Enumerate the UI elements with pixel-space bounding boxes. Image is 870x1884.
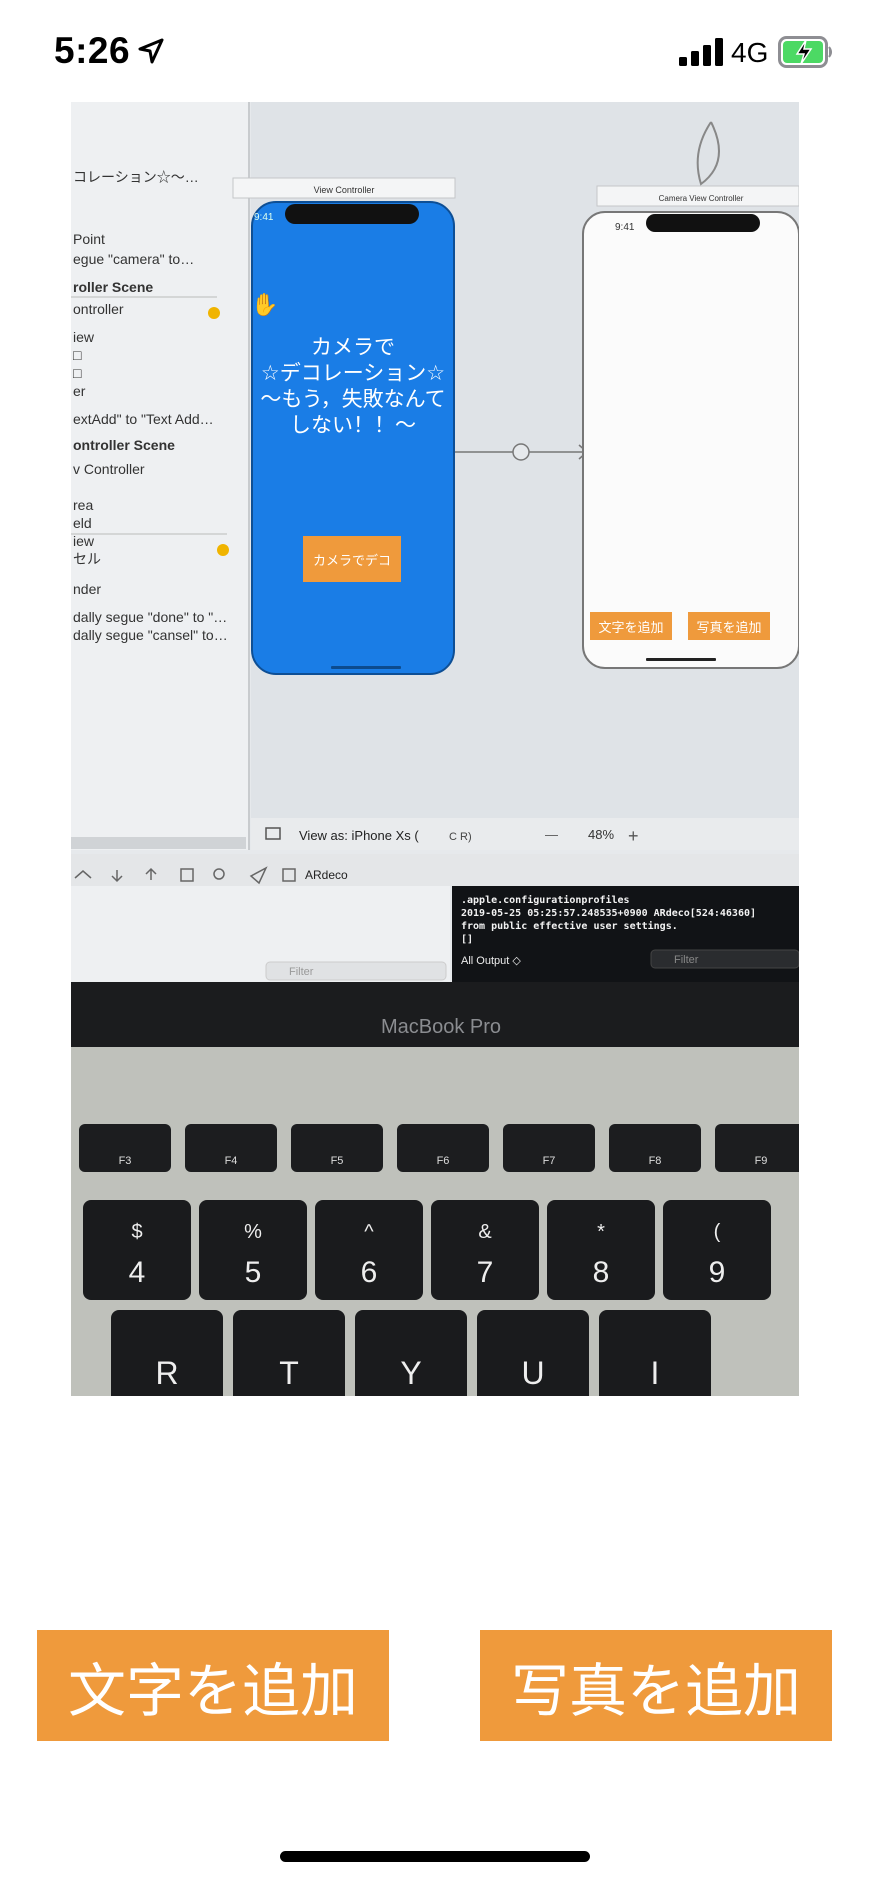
location-arrow-icon [138,38,164,64]
signal-icon [679,38,723,66]
letter-key-label: R [155,1355,178,1391]
function-key-label: F7 [543,1155,556,1167]
phone-time: 9:41 [254,212,274,223]
status-time: 5:26 [54,30,131,71]
function-key-label: F5 [331,1155,344,1167]
console-line: .apple.configurationprofiles [461,894,630,906]
initial-view-controller [251,201,455,675]
add-text-button[interactable]: 文字を追加 [37,1630,389,1741]
outline-item: rea [73,497,93,513]
console-line: 2019-05-25 05:25:57.248535+0900 ARdeco[5… [461,908,756,919]
number-key-digit: 4 [129,1256,146,1289]
function-key-label: F6 [437,1155,450,1167]
carrier-label: 4G [731,37,769,68]
number-key-digit: 5 [245,1256,262,1289]
function-key-label: F8 [649,1155,662,1167]
number-key-digit: 6 [361,1256,378,1289]
outline-item: □ [73,347,82,363]
letter-key-label: U [521,1355,544,1391]
function-key-label: F3 [119,1155,132,1167]
outline-item: セル [73,551,101,567]
outline-item: コレーション☆〜… [73,169,199,185]
outline-item: nder [73,581,101,597]
scene-dot-icon [208,307,220,319]
add-text-label: 文字を追加 [67,1656,358,1725]
number-key-digit: 9 [709,1256,726,1289]
outline-item: ontroller Scene [73,437,175,453]
outline-item: er [73,383,86,399]
filter-input-right: Filter [674,954,699,966]
function-key-row: F3 F4 F5 F6 F7 F8 F9 [79,1124,799,1172]
svg-text:9:41: 9:41 [615,222,635,233]
hand-cursor-icon: ✋ [251,292,278,317]
outline-item: dally segue "done" to "… [73,609,227,625]
outline-item: iew [73,533,95,549]
outline-item: egue "camera" to… [73,251,194,267]
view-controller-title: View Controller [314,185,375,195]
filter-input-left: Filter [289,966,314,978]
svg-text:C R): C R) [449,831,472,843]
outline-item: eld [73,515,92,531]
camera-deco-label: カメラでデコ [313,553,391,569]
outline-item: Point [73,231,105,247]
project-name: ARdeco [305,868,348,882]
battery-charging-icon [778,36,832,68]
function-key-label: F4 [225,1155,238,1167]
zoom-in-icon: + [628,826,639,846]
title-label-line: カメラで [311,335,395,359]
title-label-line: ☆デコレーション☆ [261,361,445,385]
outline-item: iew [73,329,95,345]
number-key-symbol: ( [714,1221,721,1243]
letter-key-label: I [651,1355,660,1391]
number-key-symbol: & [478,1221,492,1243]
letter-key-label: T [279,1355,299,1391]
number-key-symbol: ^ [364,1221,374,1243]
title-label-line: 〜もう，失敗なんて [260,387,445,411]
number-key-digit: 7 [477,1256,494,1289]
zoom-out-icon: — [545,827,558,842]
add-photo-label: 写真を追加 [510,1656,801,1725]
outline-item: v Controller [73,461,145,477]
console-line: from public effective user settings. [461,920,678,932]
svg-text:文字を追加: 文字を追加 [598,620,663,636]
console-line: [] [461,934,473,945]
zoom-level: 48% [588,827,614,842]
number-key-symbol: $ [131,1221,142,1243]
home-indicator [280,1851,590,1862]
title-label-line: しない！！〜 [290,413,416,437]
number-key-symbol: % [244,1221,262,1243]
view-as-label: View as: iPhone Xs ( [299,828,419,843]
macbook-label: MacBook Pro [381,1016,501,1038]
number-key-symbol: * [597,1221,605,1243]
camera-vc-title: Camera View Controller [659,194,744,203]
svg-text:写真を追加: 写真を追加 [696,620,761,636]
outline-item: dally segue "cansel" to… [73,627,228,643]
camera-view-controller [582,211,799,669]
outline-item: roller Scene [73,279,153,295]
function-key-label: F9 [755,1155,768,1167]
all-output-select: All Output ◇ [461,955,521,967]
letter-key-row: RTYUI [111,1310,711,1396]
number-key-digit: 8 [593,1256,610,1289]
photo-preview: コレーション☆〜… Point egue "camera" to… roller Sc… [71,102,799,1396]
scene-dot-icon [217,544,229,556]
outline-item: ontroller [73,301,124,317]
outline-item: extAdd" to "Text Add… [73,411,214,427]
add-photo-button[interactable]: 写真を追加 [480,1630,832,1741]
segue-icon [512,443,530,461]
outline-item: □ [73,365,82,381]
letter-key-label: Y [400,1355,421,1391]
status-bar: 5:26 4G [0,0,870,100]
